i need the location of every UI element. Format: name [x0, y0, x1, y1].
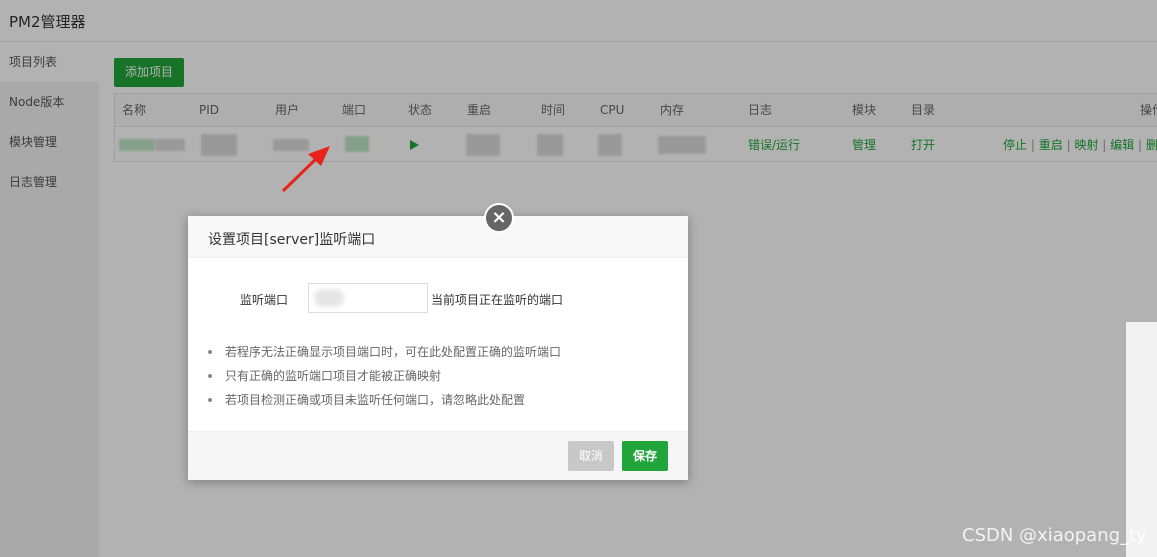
close-icon[interactable]: ×: [484, 203, 514, 233]
dialog-footer: 取消 保存: [188, 431, 688, 480]
port-field-label: 监听端口: [240, 293, 289, 307]
port-value-redacted: [314, 289, 344, 307]
arrow-to-port-column-icon: [281, 146, 330, 193]
bullet-icon: [208, 374, 212, 378]
tips-list: 若程序无法正确显示项目端口时，可在此处配置正确的监听端口 只有正确的监听端口项目…: [208, 340, 668, 412]
watermark: CSDN @xiaopang_ty: [962, 525, 1147, 546]
list-item: 只有正确的监听端口项目才能被正确映射: [208, 364, 668, 388]
save-button[interactable]: 保存: [622, 441, 668, 471]
cancel-button[interactable]: 取消: [568, 441, 614, 471]
port-field-hint: 当前项目正在监听的端口: [431, 293, 564, 307]
tip-text: 若项目检测正确或项目未监听任何端口，请忽略此处配置: [225, 393, 526, 407]
bullet-icon: [208, 398, 212, 402]
port-settings-dialog: 设置项目[server]监听端口 监听端口 当前项目正在监听的端口 若程序无法正…: [188, 216, 688, 480]
tip-text: 只有正确的监听端口项目才能被正确映射: [225, 369, 442, 383]
list-item: 若项目检测正确或项目未监听任何端口，请忽略此处配置: [208, 388, 668, 412]
list-item: 若程序无法正确显示项目端口时，可在此处配置正确的监听端口: [208, 340, 668, 364]
bullet-icon: [208, 350, 212, 354]
dialog-header: 设置项目[server]监听端口: [188, 216, 688, 258]
dialog-title: 设置项目[server]监听端口: [208, 232, 376, 248]
tip-text: 若程序无法正确显示项目端口时，可在此处配置正确的监听端口: [225, 345, 562, 359]
